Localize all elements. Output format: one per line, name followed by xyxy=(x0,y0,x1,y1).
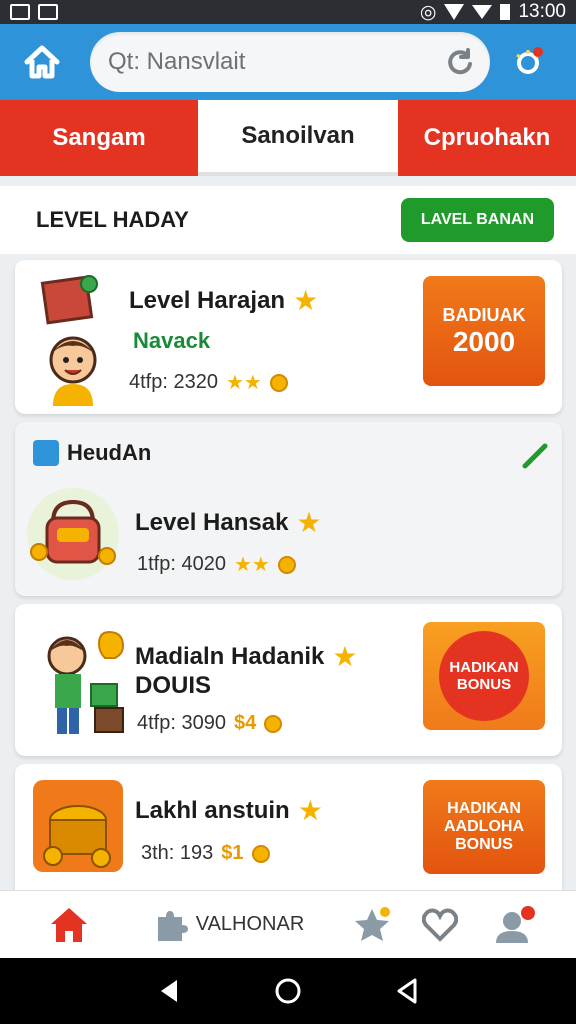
reward-badge[interactable]: BADIUAK 2000 xyxy=(423,276,545,386)
gallery-notification-icon xyxy=(10,4,30,20)
wifi-icon xyxy=(444,4,465,20)
coin-icon xyxy=(264,714,283,733)
section-title: LEVEL HADAY xyxy=(36,207,189,232)
star-icon xyxy=(355,906,390,941)
coin-pot-illustration-icon xyxy=(33,780,123,872)
level-card[interactable]: Madialn Hadanik ★ DOUIS 4tfp: 3090 $4 HA… xyxy=(15,604,562,756)
level-card[interactable]: Lakhl anstuin ★ 3th: 193 $1 HADIKAN AADL… xyxy=(15,764,562,890)
signal-icon xyxy=(472,5,493,19)
back-icon[interactable] xyxy=(157,978,181,1004)
card-price: $1 xyxy=(221,842,244,864)
status-time: 13:00 xyxy=(518,1,566,22)
nav-favorites[interactable] xyxy=(338,906,406,944)
star-gem-icon: ★ xyxy=(332,641,358,672)
nav-label: VALHONAR xyxy=(195,913,305,935)
card-meta: 1tfp: 4020 xyxy=(137,553,226,575)
coin-icon xyxy=(251,844,270,863)
badge-label: HADIKAN xyxy=(447,800,521,817)
home-circle-icon[interactable] xyxy=(274,977,302,1005)
tab-label: Sangam xyxy=(52,124,146,151)
star-gem-icon: ★ xyxy=(296,507,322,538)
rating-stars-icon: ★★ xyxy=(233,554,270,576)
level-card[interactable]: Level Harajan ★ Navack 4tfp: 2320 ★★ BAD… xyxy=(15,260,562,414)
card-title: Level Harajan xyxy=(129,286,286,314)
bonus-badge[interactable]: HADIKAN BONUS xyxy=(423,622,545,730)
card-price: $4 xyxy=(233,712,257,734)
nav-valhonar[interactable]: VALHONAR xyxy=(138,907,318,943)
coin-icon xyxy=(269,373,288,392)
edit-icon[interactable] xyxy=(521,442,549,470)
money-bag-illustration-icon xyxy=(27,488,119,580)
badge-label: BONUS xyxy=(455,836,513,853)
home-button[interactable] xyxy=(10,30,74,94)
card-title: Level Hansak xyxy=(135,508,289,536)
battery-icon xyxy=(500,4,511,20)
badge-label: HADIKAN xyxy=(449,659,519,676)
nav-profile[interactable] xyxy=(474,905,554,945)
card-title: Lakhl anstuin xyxy=(135,796,290,824)
profile-icon xyxy=(496,905,535,943)
tab-cpruohakn[interactable]: Cpruohakn xyxy=(398,100,576,176)
group-icon xyxy=(33,440,59,466)
level-action-button[interactable]: LAVEL BANAN xyxy=(400,198,554,242)
bottom-navigation: VALHONAR xyxy=(0,890,576,958)
badge-label: BONUS xyxy=(456,676,512,693)
level-card[interactable]: HeudAn Level Hansak ★ 1tfp: 4020 ★★ xyxy=(15,422,562,596)
group-label: HeudAn xyxy=(67,440,152,465)
card-meta: 3th: 193 xyxy=(141,842,214,864)
tab-label: Cpruohakn xyxy=(423,124,551,151)
section-header: LEVEL HADAY LAVEL BANAN xyxy=(0,186,576,254)
message-notification-icon xyxy=(38,4,58,20)
coin-icon xyxy=(277,555,296,574)
search-text: Qt: Nansvlait xyxy=(108,48,246,75)
notification-button[interactable] xyxy=(506,40,550,84)
nav-likes[interactable] xyxy=(406,908,474,942)
tab-bar: Sangam Sanoilvan Cpruohakn xyxy=(0,100,576,176)
home-icon xyxy=(24,45,60,79)
search-input[interactable]: Qt: Nansvlait xyxy=(90,32,490,92)
card-title: Madialn Hadanik xyxy=(135,642,325,670)
bonus-badge[interactable]: HADIKAN AADLOHA BONUS xyxy=(423,780,545,874)
heart-icon xyxy=(422,908,458,942)
badge-value: 2000 xyxy=(452,325,516,357)
card-title-line2: DOUIS xyxy=(135,672,212,699)
app-header: Qt: Nansvlait xyxy=(0,24,576,100)
nav-home[interactable] xyxy=(0,905,138,945)
system-navigation-bar xyxy=(0,958,576,1024)
card-meta: 4tfp: 2320 xyxy=(129,371,218,393)
badge-label: BADIUAK xyxy=(442,304,526,325)
badge-label: AADLOHA xyxy=(444,818,524,835)
refresh-icon[interactable] xyxy=(446,48,474,76)
card-meta: 4tfp: 3090 xyxy=(137,712,226,734)
notification-bell-icon xyxy=(516,47,543,74)
star-gem-icon: ★ xyxy=(297,795,323,826)
status-bar: ◎ 13:00 xyxy=(0,0,576,24)
home-icon xyxy=(51,907,87,942)
kid-with-box-illustration-icon xyxy=(40,275,98,406)
card-subtitle: Navack xyxy=(133,328,211,353)
kid-with-blocks-illustration-icon xyxy=(47,630,125,734)
tab-label: Sanoilvan xyxy=(241,122,355,149)
vibrate-icon: ◎ xyxy=(419,1,437,23)
star-gem-icon: ★ xyxy=(293,285,319,316)
tab-sangam[interactable]: Sangam xyxy=(0,100,198,176)
puzzle-icon xyxy=(157,910,188,941)
tab-sanoilvan[interactable]: Sanoilvan xyxy=(198,100,398,176)
rating-stars-icon: ★★ xyxy=(225,372,262,394)
recent-apps-icon[interactable] xyxy=(395,978,419,1004)
